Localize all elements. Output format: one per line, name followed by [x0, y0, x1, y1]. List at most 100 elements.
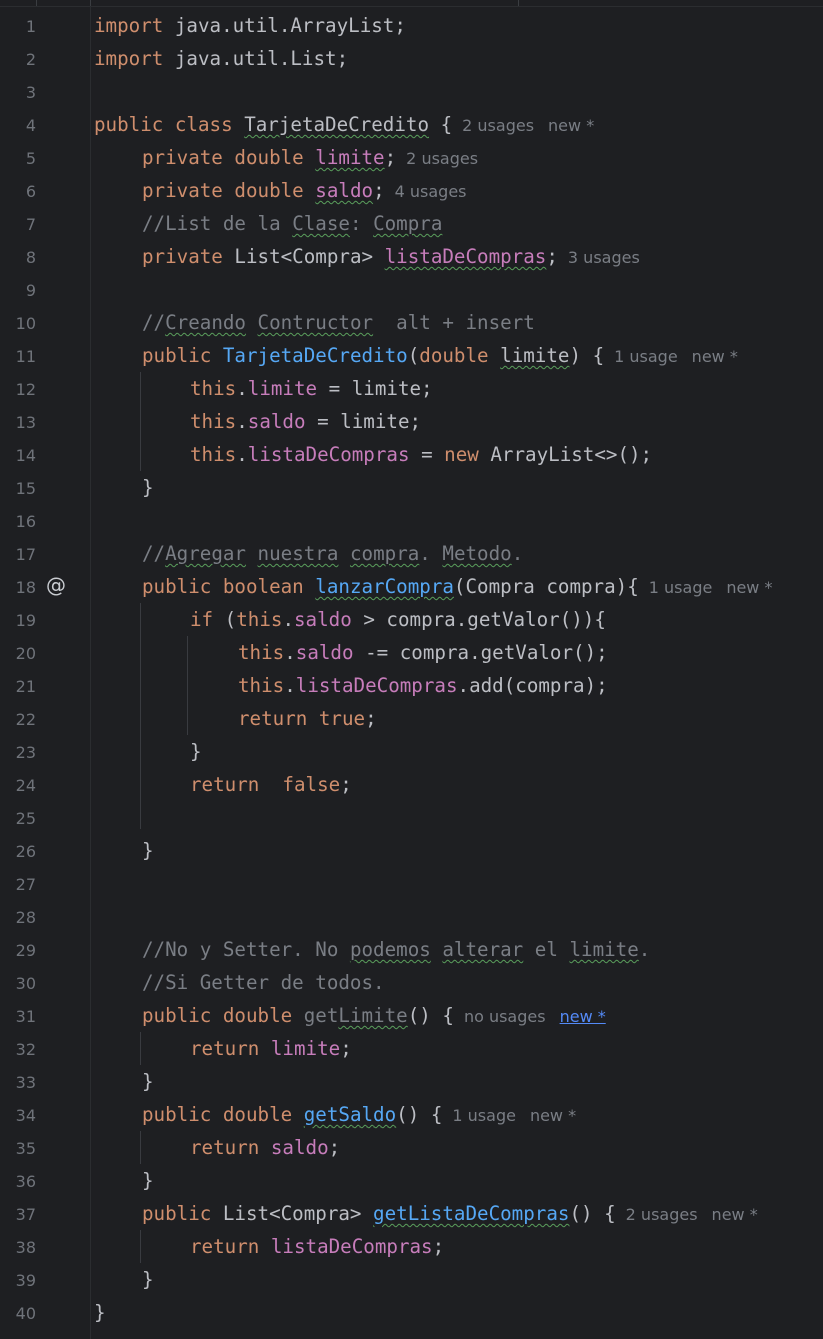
code-text[interactable]: this.saldo -= compra.getValor(); [238, 643, 608, 663]
author-hint[interactable]: new * [726, 578, 772, 597]
code-text[interactable]: } [142, 478, 154, 498]
inlay-hint[interactable]: 2 usages new * [626, 1205, 758, 1224]
code-line[interactable]: 20 this.saldo -= compra.getValor(); [0, 636, 823, 669]
code-text[interactable]: return saldo; [190, 1138, 340, 1158]
code-line[interactable]: 7 //List de la Clase: Compra [0, 207, 823, 240]
code-line[interactable]: 31 public double getLimite() {no usages n… [0, 999, 823, 1032]
code-line[interactable]: 18 @ public boolean lanzarCompra(Compra … [0, 570, 823, 603]
code-text[interactable]: public class TarjetaDeCredito {2 usages n… [94, 115, 594, 136]
inlay-hint[interactable]: no usages new * [464, 1007, 606, 1026]
inlay-hint[interactable]: 4 usages [395, 182, 467, 201]
code-text[interactable]: } [142, 1072, 154, 1092]
usages-hint[interactable]: 1 usage [452, 1106, 516, 1125]
code-text[interactable]: if (this.saldo > compra.getValor()){ [190, 610, 606, 630]
inlay-hint[interactable]: 1 usage new * [614, 347, 738, 366]
code-line[interactable]: 35 return saldo; [0, 1131, 823, 1164]
code-text[interactable]: import java.util.List; [94, 49, 348, 69]
inlay-hint[interactable]: 3 usages [568, 248, 640, 267]
code-text[interactable]: public double getSaldo() {1 usage new * [142, 1105, 576, 1126]
code-text[interactable]: return limite; [190, 1039, 352, 1059]
code-line[interactable]: 2 import java.util.List; [0, 42, 823, 75]
code-text[interactable]: } [142, 841, 154, 861]
code-line[interactable]: 24 return false; [0, 768, 823, 801]
code-line[interactable]: 6 private double saldo; 4 usages [0, 174, 823, 207]
code-line[interactable]: 4 public class TarjetaDeCredito {2 usage… [0, 108, 823, 141]
at-icon[interactable]: @ [46, 573, 66, 597]
code-line[interactable]: 29 //No y Setter. No podemos alterar el … [0, 933, 823, 966]
code-line[interactable]: 32 return limite; [0, 1032, 823, 1065]
code-text[interactable]: } [94, 1303, 106, 1323]
comment[interactable]: //Agregar nuestra compra. Metodo. [142, 544, 523, 564]
code-line[interactable]: 12 this.limite = limite; [0, 372, 823, 405]
code-line[interactable]: 14 this.listaDeCompras = new ArrayList<>… [0, 438, 823, 471]
code-text[interactable]: this.saldo = limite; [190, 412, 421, 432]
comment[interactable]: //Si Getter de todos. [142, 973, 385, 993]
comment[interactable]: //List de la Clase: Compra [142, 214, 442, 234]
code-text[interactable]: } [142, 1171, 154, 1191]
comment[interactable]: //Creando Contructor alt + insert [142, 313, 535, 333]
code-text[interactable]: this.limite = limite; [190, 379, 433, 399]
code-text[interactable]: private double limite; 2 usages [142, 148, 478, 169]
code-text[interactable]: return listaDeCompras; [190, 1237, 444, 1257]
code-line[interactable]: 39 } [0, 1263, 823, 1296]
code-text[interactable]: public boolean lanzarCompra(Compra compr… [142, 577, 772, 598]
code-line[interactable]: 9 [0, 273, 823, 306]
code-line[interactable]: 22 return true; [0, 702, 823, 735]
code-line[interactable]: 26 } [0, 834, 823, 867]
code-line[interactable]: 19 if (this.saldo > compra.getValor()){ [0, 603, 823, 636]
code-line[interactable]: 21 this.listaDeCompras.add(compra); [0, 669, 823, 702]
usages-hint[interactable]: 2 usages [462, 116, 534, 135]
usages-hint[interactable]: no usages [464, 1007, 546, 1026]
code-text[interactable]: this.listaDeCompras.add(compra); [238, 676, 608, 696]
code-line[interactable]: 25 [0, 801, 823, 834]
code-line[interactable]: 15 } [0, 471, 823, 504]
code-line[interactable]: 40 } [0, 1296, 823, 1329]
code-text[interactable]: return false; [190, 775, 352, 795]
author-hint[interactable]: new * [692, 347, 738, 366]
code-line[interactable]: 28 [0, 900, 823, 933]
usages-hint[interactable]: 1 usage [614, 347, 678, 366]
code-line[interactable]: 27 [0, 867, 823, 900]
code-text[interactable]: public List<Compra> getListaDeCompras() … [142, 1204, 758, 1225]
code-line[interactable]: 30 //Si Getter de todos. [0, 966, 823, 999]
inlay-hint[interactable]: 1 usage new * [452, 1106, 576, 1125]
code-text[interactable]: } [190, 742, 202, 762]
usages-hint[interactable]: 1 usage [649, 578, 713, 597]
usages-hint[interactable]: 4 usages [395, 182, 467, 201]
code-line[interactable]: 8 private List<Compra> listaDeCompras; 3 … [0, 240, 823, 273]
code-line[interactable]: 38 return listaDeCompras; [0, 1230, 823, 1263]
code-line[interactable]: 11 public TarjetaDeCredito(double limite… [0, 339, 823, 372]
inlay-hint[interactable]: 1 usage new * [649, 578, 773, 597]
code-line[interactable]: 17 //Agregar nuestra compra. Metodo. [0, 537, 823, 570]
code-line[interactable]: 1 import java.util.ArrayList; [0, 9, 823, 42]
code-text[interactable]: this.listaDeCompras = new ArrayList<>(); [190, 445, 652, 465]
code-line[interactable]: 5 private double limite; 2 usages [0, 141, 823, 174]
code-line[interactable]: 37 public List<Compra> getListaDeCompras… [0, 1197, 823, 1230]
usages-hint[interactable]: 3 usages [568, 248, 640, 267]
code-text[interactable]: private List<Compra> listaDeCompras; 3 us… [142, 247, 640, 268]
code-editor[interactable]: 1 import java.util.ArrayList; 2 import j… [0, 0, 823, 1339]
author-hint[interactable]: new * [548, 116, 594, 135]
code-line[interactable]: 3 [0, 75, 823, 108]
code-text[interactable]: } [142, 1270, 154, 1290]
code-line[interactable]: 16 [0, 504, 823, 537]
code-line[interactable]: 10 //Creando Contructor alt + insert [0, 306, 823, 339]
author-hint[interactable]: new * [530, 1106, 576, 1125]
code-line[interactable]: 36 } [0, 1164, 823, 1197]
code-text[interactable]: import java.util.ArrayList; [94, 16, 406, 36]
code-text[interactable]: public TarjetaDeCredito(double limite) {… [142, 346, 738, 367]
usages-hint[interactable]: 2 usages [406, 149, 478, 168]
code-line[interactable]: 33 } [0, 1065, 823, 1098]
code-text[interactable]: return true; [238, 709, 377, 729]
author-hint-link[interactable]: new * [560, 1007, 606, 1026]
usages-hint[interactable]: 2 usages [626, 1205, 698, 1224]
comment[interactable]: //No y Setter. No podemos alterar el lim… [142, 940, 650, 960]
author-hint[interactable]: new * [712, 1205, 758, 1224]
code-line[interactable]: 34 public double getSaldo() {1 usage new … [0, 1098, 823, 1131]
code-line[interactable]: 23 } [0, 735, 823, 768]
code-text[interactable]: private double saldo; 4 usages [142, 181, 467, 202]
code-line[interactable]: 13 this.saldo = limite; [0, 405, 823, 438]
inlay-hint[interactable]: 2 usages new * [462, 116, 594, 135]
code-text[interactable]: public double getLimite() {no usages new … [142, 1006, 606, 1027]
inlay-hint[interactable]: 2 usages [406, 149, 478, 168]
